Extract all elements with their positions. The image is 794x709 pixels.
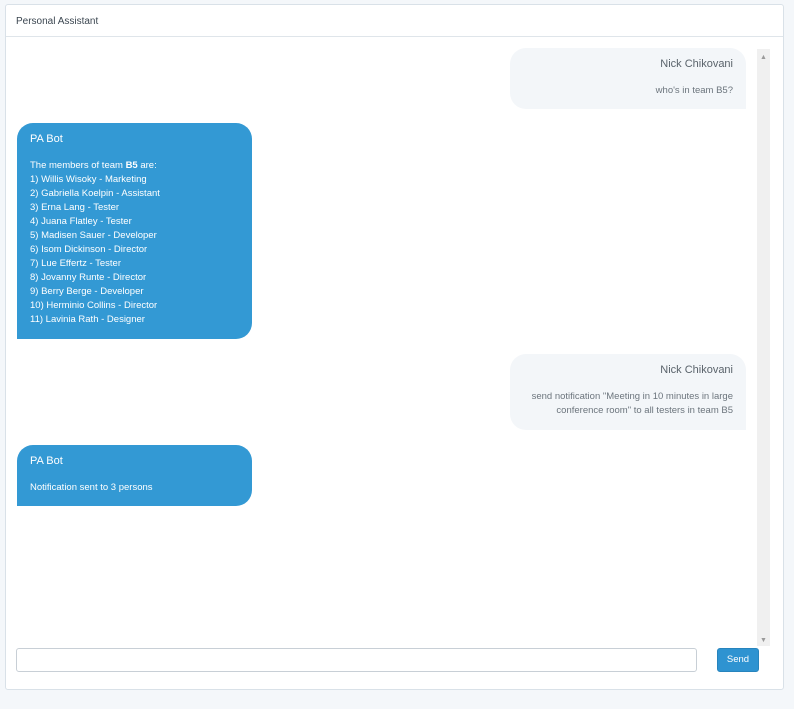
scroll-down-arrow-icon[interactable]: ▼ xyxy=(757,636,770,646)
intro-suffix: are: xyxy=(137,160,157,171)
team-member-line: 10) Herminio Collins - Director xyxy=(30,300,158,311)
bot-message: PA Bot The members of team B5 are: 1) Wi… xyxy=(17,123,252,339)
message-input[interactable] xyxy=(16,648,697,672)
team-member-line: 9) Berry Berge - Developer xyxy=(30,286,144,297)
team-member-line: 11) Lavinia Rath - Designer xyxy=(30,314,145,325)
team-member-line: 6) Isom Dickinson - Director xyxy=(30,244,148,255)
send-button[interactable]: Send xyxy=(717,648,759,672)
message-text: conference room" to all testers in team … xyxy=(556,405,733,416)
intro-prefix: The members of team xyxy=(30,160,126,171)
message-text: send notification "Meeting in 10 minutes… xyxy=(531,391,733,402)
message-sender: Nick Chikovani xyxy=(660,364,733,376)
scroll-up-arrow-icon[interactable]: ▲ xyxy=(757,53,770,63)
team-member-line: 3) Erna Lang - Tester xyxy=(30,202,120,213)
user-message: Nick Chikovani who's in team B5? xyxy=(510,48,746,109)
bot-message: PA Bot Notification sent to 3 persons xyxy=(17,445,252,506)
message-text: Notification sent to 3 persons xyxy=(30,482,153,493)
message-sender: PA Bot xyxy=(30,455,63,467)
message-intro: The members of team B5 are: xyxy=(30,159,239,173)
message-text: who's in team B5? xyxy=(655,85,733,96)
team-name: B5 xyxy=(125,160,138,171)
chat-panel: Personal Assistant Nick Chikovani who's … xyxy=(5,4,784,690)
team-member-line: 1) Willis Wisoky - Marketing xyxy=(30,174,147,185)
message-sender: Nick Chikovani xyxy=(660,58,733,70)
team-member-line: 4) Juana Flatley - Tester xyxy=(30,216,132,227)
chat-messages: Nick Chikovani who's in team B5? PA Bot … xyxy=(6,37,772,645)
message-sender: PA Bot xyxy=(30,133,63,145)
chat-scrollbar[interactable]: ▲ ▼ xyxy=(757,49,770,646)
team-member-line: 2) Gabriella Koelpin - Assistant xyxy=(30,188,160,199)
team-member-line: 5) Madisen Sauer - Developer xyxy=(30,230,157,241)
panel-title: Personal Assistant xyxy=(16,16,99,27)
panel-header: Personal Assistant xyxy=(6,5,783,37)
team-member-line: 8) Jovanny Runte - Director xyxy=(30,272,147,283)
composer: Send xyxy=(16,648,776,672)
team-member-line: 7) Lue Effertz - Tester xyxy=(30,258,121,269)
user-message: Nick Chikovani send notification "Meetin… xyxy=(510,354,746,430)
